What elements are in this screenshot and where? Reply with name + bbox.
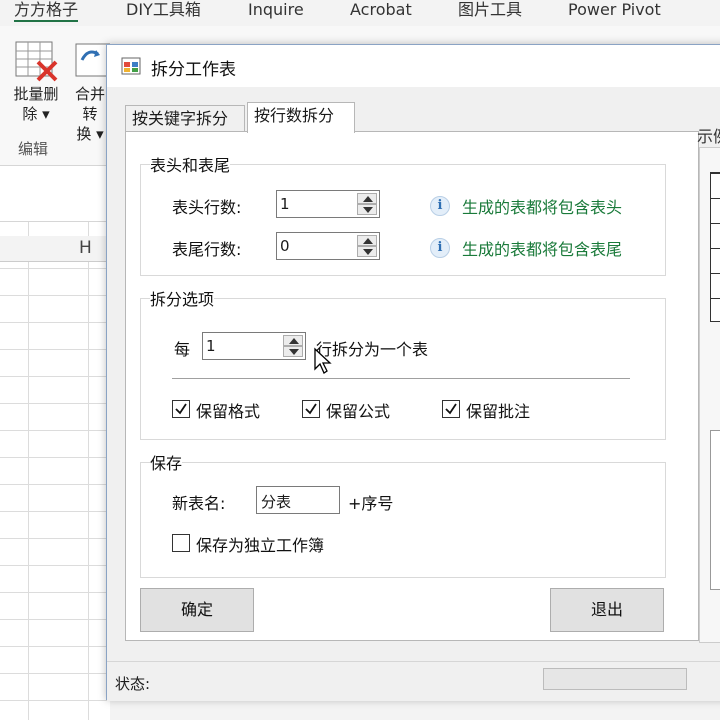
- mouse-cursor-icon: [314, 347, 332, 374]
- new-sheet-name-label: 新表名:: [172, 494, 226, 513]
- save-group-title: 保存: [150, 450, 183, 474]
- keep-formula-label[interactable]: 保留公式: [326, 398, 390, 422]
- footer-rows-label: 表尾行数:: [172, 240, 242, 259]
- merge-convert-label-1: 合并转: [74, 85, 105, 123]
- checkmark-icon: [305, 403, 317, 415]
- dialog-title: 拆分工作表: [151, 60, 236, 80]
- exit-button[interactable]: 退出: [550, 588, 664, 632]
- formula-bar: [0, 166, 110, 222]
- merge-convert-button[interactable]: 合并转 换 ▾: [70, 40, 110, 144]
- header-rows-up-button[interactable]: [357, 193, 377, 204]
- header-rows-down-button[interactable]: [357, 204, 377, 215]
- status-progress-bar: [543, 668, 687, 690]
- keep-formula-checkbox[interactable]: [302, 400, 320, 418]
- merge-convert-label-2: 换 ▾: [76, 125, 104, 143]
- dialog-titlebar[interactable]: 拆分工作表: [107, 45, 720, 87]
- keep-comment-checkbox[interactable]: [442, 400, 460, 418]
- footer-rows-value: 0: [280, 237, 290, 255]
- tab-panel-split-by-rows: 表头和表尾 表头行数: 1 i 生成的表都将包含表头 表尾行数: 0 i 生成的…: [125, 131, 699, 641]
- rows-per-sheet-down-button[interactable]: [283, 346, 303, 357]
- triangle-up-icon: [363, 196, 373, 202]
- preview-label: 示例: [697, 127, 720, 146]
- preview-panel: [699, 147, 720, 643]
- merge-convert-icon: [75, 43, 110, 77]
- ribbon-tab-acrobat[interactable]: Acrobat: [350, 0, 412, 20]
- ribbon-tab-fangfanggezi[interactable]: 方方格子: [14, 0, 79, 22]
- ok-button[interactable]: 确定: [140, 588, 254, 632]
- checkmark-icon: [445, 403, 457, 415]
- triangle-down-icon: [289, 349, 299, 355]
- status-bar: 状态:: [107, 661, 720, 701]
- new-sheet-name-suffix: +序号: [348, 494, 394, 513]
- column-header-h[interactable]: H: [79, 238, 92, 258]
- batch-delete-label-1: 批量删: [13, 85, 59, 103]
- rows-per-sheet-value: 1: [206, 337, 216, 355]
- split-worksheet-dialog: 拆分工作表 按关键字拆分 按行数拆分 表头和表尾 表头行数: 1 i 生成的表都…: [106, 44, 720, 701]
- triangle-down-icon: [363, 207, 373, 213]
- keep-format-checkbox[interactable]: [172, 400, 190, 418]
- tab-split-by-keyword[interactable]: 按关键字拆分: [125, 105, 245, 133]
- preview-table-bottom: [710, 430, 720, 590]
- triangle-up-icon: [363, 238, 373, 244]
- ribbon-tab-inquire[interactable]: Inquire: [248, 0, 304, 20]
- rows-per-sheet-spinner[interactable]: 1: [202, 332, 306, 360]
- status-label: 状态:: [115, 675, 151, 693]
- new-sheet-name-input[interactable]: 分表: [256, 486, 340, 514]
- header-rows-value: 1: [280, 195, 290, 213]
- ribbon-tab-power-pivot[interactable]: Power Pivot: [568, 0, 661, 20]
- header-rows-spinner[interactable]: 1: [276, 190, 380, 218]
- keep-format-label[interactable]: 保留格式: [196, 398, 260, 422]
- column-header-row: H: [0, 236, 110, 262]
- grid-delete-icon: [15, 41, 58, 82]
- worksheet-grid[interactable]: [0, 222, 110, 720]
- header-rows-label: 表头行数:: [172, 198, 242, 217]
- keep-comment-label[interactable]: 保留批注: [466, 398, 530, 422]
- footer-rows-up-button[interactable]: [357, 235, 377, 246]
- info-icon: i: [430, 238, 450, 258]
- split-options-group-title: 拆分选项: [150, 286, 215, 310]
- triangle-down-icon: [363, 249, 373, 255]
- preview-table-top: [710, 172, 720, 322]
- checkmark-icon: [175, 403, 187, 415]
- ribbon-tabs: 方方格子 DIY工具箱 Inquire Acrobat 图片工具 Power P…: [0, 0, 720, 26]
- save-group: [140, 462, 666, 578]
- rows-per-sheet-up-button[interactable]: [283, 335, 303, 346]
- ribbon-group-label-edit: 编辑: [18, 140, 49, 158]
- batch-delete-label-2: 除 ▾: [22, 105, 50, 123]
- new-sheet-name-value: 分表: [261, 493, 292, 511]
- triangle-up-icon: [289, 338, 299, 344]
- ribbon-tab-diy-toolbox[interactable]: DIY工具箱: [126, 0, 201, 20]
- per-label: 每: [174, 340, 191, 359]
- header-info-text: 生成的表都将包含表头: [462, 198, 623, 217]
- footer-rows-spinner[interactable]: 0: [276, 232, 380, 260]
- ribbon-tab-picture-tools[interactable]: 图片工具: [458, 0, 522, 20]
- footer-rows-down-button[interactable]: [357, 246, 377, 257]
- batch-delete-button[interactable]: 批量删 除 ▾: [8, 40, 64, 124]
- save-separate-workbook-checkbox[interactable]: [172, 534, 190, 552]
- save-separate-workbook-label[interactable]: 保存为独立工作簿: [196, 532, 324, 556]
- tab-split-by-rows[interactable]: 按行数拆分: [247, 102, 355, 133]
- info-icon: i: [430, 196, 450, 216]
- app-window-icon: [121, 57, 141, 75]
- split-options-divider: [172, 378, 630, 379]
- header-footer-group-title: 表头和表尾: [150, 152, 231, 176]
- footer-info-text: 生成的表都将包含表尾: [462, 240, 623, 259]
